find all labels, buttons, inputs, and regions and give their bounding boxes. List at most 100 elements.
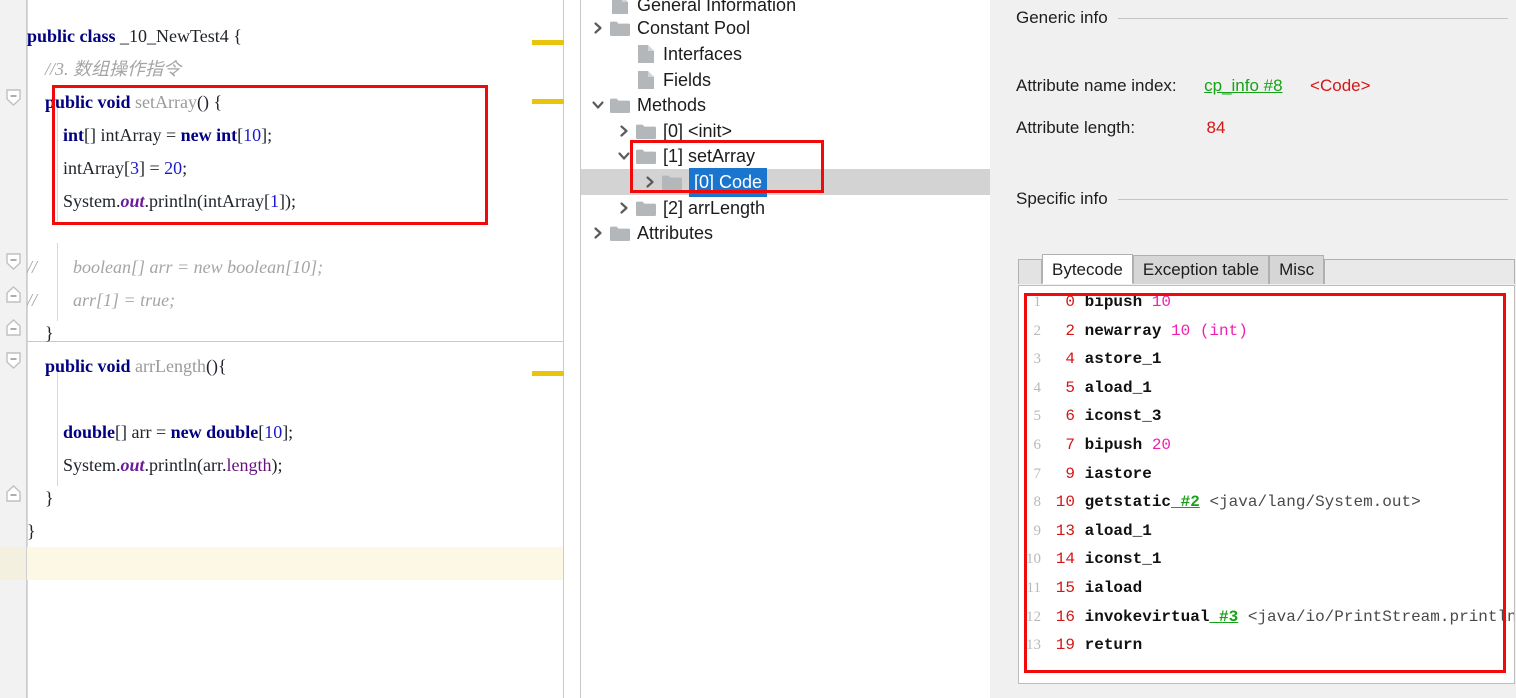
source-code-text[interactable]: public class _10_NewTest4 { //3. 数组操作指令 … [27, 0, 564, 698]
warning-stripe-marker[interactable] [532, 40, 564, 45]
tree-item-label: Fields [663, 70, 712, 90]
bytecode-opcode: iastore [1084, 464, 1152, 483]
bytecode-offset: 19 [1055, 636, 1075, 655]
code-token: ; [182, 158, 188, 178]
bytecode-opcode: bipush [1084, 293, 1143, 311]
specific-info-tab-bar[interactable]: Bytecode Exception table Misc [1018, 254, 1515, 284]
bytecode-instruction-row[interactable]: 19 return [1049, 631, 1142, 659]
code-token: .println(arr. [144, 455, 227, 475]
bytecode-instruction-row[interactable]: 14 iconst_1 [1049, 545, 1162, 573]
chevron-right-icon[interactable] [639, 169, 661, 195]
chevron-down-icon[interactable] [587, 92, 609, 118]
bytecode-opcode: aload_1 [1084, 378, 1152, 397]
bytecode-instruction-row[interactable]: 5 aload_1 [1049, 374, 1152, 402]
code-line: //3. 数组操作指令 [27, 53, 564, 86]
code-line: // boolean[] arr = new boolean[10]; [27, 251, 564, 284]
bytecode-constant-pool-link[interactable]: #3 [1209, 608, 1238, 626]
bytecode-spacer [1075, 322, 1085, 340]
code-token: arrLength [135, 356, 207, 376]
bytecode-instruction-row[interactable]: 15 iaload [1049, 574, 1142, 602]
cp-info-link[interactable]: cp_info #8 [1204, 76, 1282, 95]
bytecode-listing-panel[interactable]: 1 2 3 4 5 6 7 8 9 10 11 12 13 0 bipush 10 2 newarray … [1018, 285, 1515, 684]
code-token: setArray [135, 92, 198, 112]
code-fold-toggle-icon[interactable] [4, 252, 23, 271]
bytecode-instruction-row[interactable]: 7 bipush 20 [1049, 431, 1171, 459]
code-line: public void arrLength(){ [27, 350, 564, 383]
bytecode-opcode: iconst_1 [1084, 550, 1162, 569]
code-line: public class _10_NewTest4 { [27, 20, 564, 53]
folder-icon [635, 195, 657, 221]
tree-item-fields[interactable]: Fields [581, 67, 990, 93]
bytecode-line-number: 13 [1026, 637, 1041, 654]
code-fold-toggle-icon[interactable] [4, 88, 23, 107]
bytecode-spacer [1075, 407, 1085, 425]
code-token: double [206, 422, 259, 442]
code-token: 3 [129, 158, 139, 178]
code-fold-toggle-icon[interactable] [4, 484, 23, 503]
bytecode-instruction-row[interactable]: 13 aload_1 [1049, 517, 1152, 545]
bytecode-instruction-row[interactable]: 4 astore_1 [1049, 345, 1161, 373]
tree-item-label: Interfaces [663, 44, 743, 64]
bytecode-offset: 16 [1055, 607, 1075, 626]
code-line: int[] intArray = new int[10]; [27, 119, 564, 152]
code-token: System. [27, 191, 121, 211]
tree-item-attributes[interactable]: Attributes [581, 220, 990, 246]
tree-twisty-placeholder [613, 41, 635, 67]
tree-item-1-setarray[interactable]: [1] setArray [581, 143, 990, 169]
chevron-right-icon[interactable] [587, 15, 609, 41]
bytecode-line-number: 7 [1033, 465, 1042, 482]
bytecode-opcode: getstatic [1084, 493, 1172, 512]
code-token: length [226, 455, 272, 475]
bytecode-spacer [1075, 579, 1085, 597]
code-token: // arr[1] = true; [27, 290, 176, 310]
bytecode-opcode: aload_1 [1084, 521, 1152, 540]
code-fold-toggle-icon[interactable] [4, 351, 23, 370]
bytecode-line-number-gutter: 1 2 3 4 5 6 7 8 9 10 11 12 13 [1019, 286, 1043, 683]
code-fold-toggle-icon[interactable] [4, 285, 23, 304]
bytecode-instruction-row[interactable]: 9 iastore [1049, 460, 1152, 488]
bytecode-descriptor: <java/io/PrintStream.println> [1238, 607, 1515, 626]
bytecode-opcode: newarray [1084, 321, 1162, 340]
tree-item-interfaces[interactable]: Interfaces [581, 41, 990, 67]
bytecode-instruction-row[interactable]: 0 bipush 10 [1049, 288, 1171, 316]
classfile-viewer-window: public class _10_NewTest4 { //3. 数组操作指令 … [0, 0, 1516, 698]
chevron-down-icon[interactable] [613, 143, 635, 169]
warning-stripe-marker[interactable] [532, 99, 564, 104]
code-token: public [45, 92, 94, 112]
generic-info-header: Generic info [1016, 8, 1508, 28]
bytecode-spacer [1075, 493, 1085, 511]
code-token: out [120, 191, 145, 211]
warning-stripe-marker[interactable] [532, 371, 564, 376]
code-token: [] intArray = [84, 125, 181, 145]
bytecode-constant-pool-link[interactable]: #2 [1171, 493, 1200, 511]
tab-misc[interactable]: Misc [1269, 255, 1325, 284]
bytecode-instruction-row[interactable]: 6 iconst_3 [1049, 402, 1161, 430]
tree-item-methods[interactable]: Methods [581, 92, 990, 118]
bytecode-spacer [1075, 522, 1085, 540]
bytecode-offset: 13 [1055, 521, 1075, 540]
tab-exception-table[interactable]: Exception table [1132, 255, 1270, 284]
bytecode-instruction-row[interactable]: 16 invokevirtual #3 <java/io/PrintStream… [1049, 603, 1515, 631]
tree-item-2-arrlength[interactable]: [2] arrLength [581, 195, 990, 221]
attribute-length-value: 84 [1206, 118, 1226, 137]
chevron-right-icon[interactable] [587, 220, 609, 246]
bytecode-instruction-row[interactable]: 2 newarray 10 (int) [1049, 317, 1247, 345]
code-token: intArray[ [27, 158, 130, 178]
bytecode-opcode: return [1084, 636, 1143, 655]
bytecode-operand: 20 [1142, 436, 1172, 454]
bytecode-instruction-row[interactable]: 10 getstatic #2 <java/lang/System.out> [1049, 488, 1421, 516]
code-line: } [27, 515, 564, 548]
tree-item-constant-pool[interactable]: Constant Pool [581, 15, 990, 41]
tree-item-0-init[interactable]: [0] <init> [581, 118, 990, 144]
code-fold-toggle-icon[interactable] [4, 318, 23, 337]
editor-scrollbar[interactable] [563, 0, 578, 698]
tab-bytecode[interactable]: Bytecode [1042, 254, 1133, 284]
code-token: public [45, 356, 94, 376]
classfile-structure-tree[interactable]: General Information Constant Pool Interfac… [580, 0, 990, 698]
tree-item-0-code[interactable]: [0] Code [581, 167, 990, 197]
attribute-length-row: Attribute length: 84 [1016, 118, 1225, 138]
chevron-right-icon[interactable] [613, 195, 635, 221]
chevron-right-icon[interactable] [613, 118, 635, 144]
code-editor-pane[interactable]: public class _10_NewTest4 { //3. 数组操作指令 … [0, 0, 578, 698]
